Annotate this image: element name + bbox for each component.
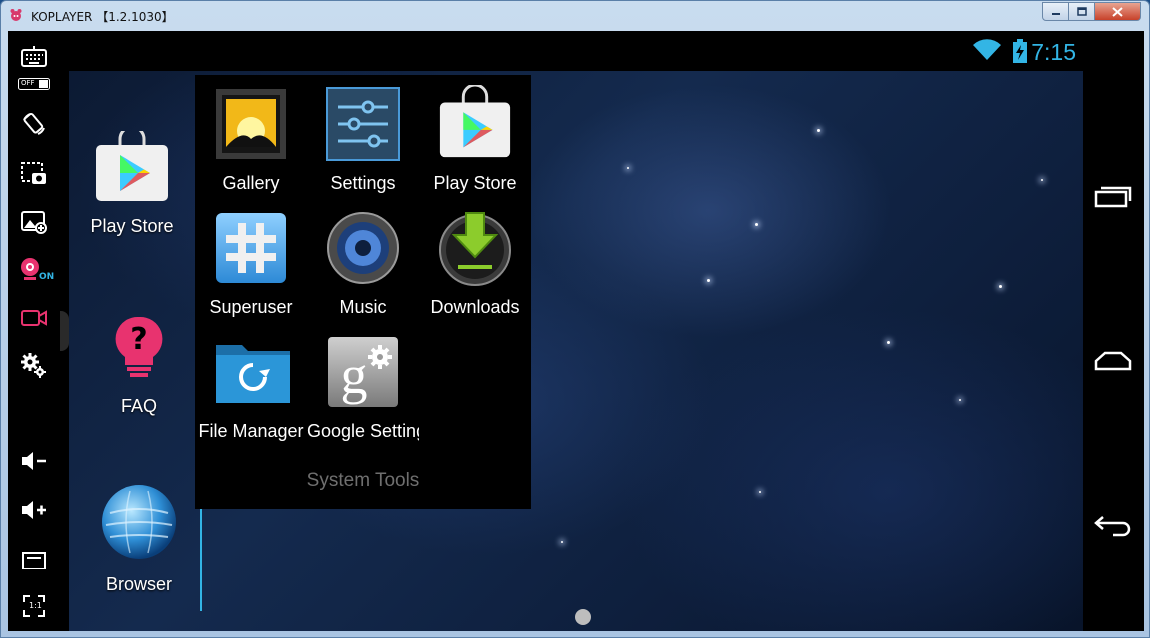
folder-app-label: Google Settings	[307, 421, 419, 441]
rotate-screen-icon	[23, 112, 45, 135]
google-settings-icon: g	[328, 337, 398, 407]
recent-apps-icon	[1094, 186, 1132, 208]
back-icon	[1094, 516, 1131, 537]
folder-app-label: Settings	[330, 173, 396, 193]
minimize-button[interactable]	[1042, 2, 1069, 21]
koplayer-window: KOPLAYER 【1.2.1030】 OFF ON 1:1 7:15 Play…	[0, 0, 1150, 638]
status-clock: 7:15	[1031, 39, 1076, 65]
menu-icon	[22, 552, 46, 569]
folder-app-file-manager[interactable]: File Manager	[195, 333, 307, 442]
download-arrow-icon	[439, 212, 511, 286]
svg-text:?: ?	[130, 322, 147, 357]
toolbar-collapse-handle[interactable]	[60, 311, 69, 351]
home-app-faq[interactable]: ? FAQ	[84, 315, 194, 417]
star	[817, 129, 820, 132]
fullscreen-button[interactable]: 1:1	[18, 591, 50, 621]
maximize-icon	[1076, 7, 1087, 16]
toggle-off-label: OFF	[21, 79, 35, 87]
star	[1041, 179, 1043, 181]
home-button[interactable]	[1091, 343, 1135, 379]
home-app-label: Browser	[105, 574, 172, 594]
star	[959, 399, 961, 401]
folder-title[interactable]: System Tools	[195, 470, 531, 492]
settings-gears-button[interactable]	[18, 351, 50, 381]
folder-app-downloads[interactable]: Downloads	[419, 209, 531, 318]
keyboard-button[interactable]	[18, 41, 50, 71]
fullscreen-ratio-label: 1:1	[29, 601, 42, 610]
folder-app-label: File Manager	[198, 421, 304, 441]
add-image-icon	[21, 211, 47, 234]
play-store-icon	[96, 125, 168, 201]
close-icon	[1112, 6, 1123, 17]
settings-sliders-icon	[326, 87, 400, 161]
folder-app-gallery[interactable]: Gallery	[195, 85, 307, 194]
folder-app-superuser[interactable]: Superuser	[195, 209, 307, 318]
volume-down-button[interactable]	[18, 446, 50, 476]
close-button[interactable]	[1095, 2, 1141, 21]
home-app-browser[interactable]: Browser	[84, 483, 194, 595]
gallery-icon	[216, 89, 286, 159]
folder-refresh-icon	[216, 345, 290, 403]
koplayer-logo-icon	[10, 9, 22, 21]
home-app-label: FAQ	[120, 396, 157, 416]
page-indicator-dot	[575, 609, 591, 625]
menu-button[interactable]	[18, 543, 50, 573]
faq-lightbulb-icon: ?	[115, 316, 163, 377]
folder-app-label: Gallery	[222, 173, 280, 193]
home-icon	[1094, 351, 1132, 371]
rotate-screen-button[interactable]	[18, 109, 50, 139]
music-speaker-icon	[327, 212, 399, 284]
toggle-off-button[interactable]: OFF	[18, 75, 50, 93]
superuser-hash-icon	[216, 213, 286, 283]
title-bar[interactable]: KOPLAYER 【1.2.1030】	[1, 1, 1149, 31]
folder-edge-indicator	[200, 509, 202, 611]
star	[755, 223, 758, 226]
folder-app-play-store[interactable]: Play Store	[419, 83, 531, 194]
play-store-icon	[439, 83, 511, 158]
webcam-button[interactable]: ON	[18, 255, 54, 285]
star	[707, 279, 710, 282]
webcam-on-label: ON	[39, 272, 55, 282]
battery-charging-icon	[1013, 39, 1027, 63]
home-app-play-store[interactable]: Play Store	[77, 125, 187, 237]
star	[887, 341, 890, 344]
side-toolbar: OFF ON 1:1	[8, 31, 61, 631]
star	[561, 541, 563, 543]
screenshot-icon	[21, 162, 46, 184]
keyboard-icon	[21, 46, 47, 67]
folder-app-label: Superuser	[209, 297, 293, 317]
svg-text:g: g	[341, 345, 368, 405]
back-button[interactable]	[1091, 507, 1135, 543]
window-controls	[1042, 2, 1141, 21]
star	[759, 491, 761, 493]
android-nav-bar	[1083, 71, 1144, 631]
star	[627, 167, 629, 169]
recent-apps-button[interactable]	[1091, 179, 1135, 215]
browser-globe-icon	[102, 485, 176, 559]
volume-up-icon	[22, 501, 46, 519]
video-record-icon	[21, 310, 47, 326]
folder-app-music[interactable]: Music	[307, 209, 419, 318]
folder-app-label: Play Store	[433, 173, 517, 193]
emulator-client: OFF ON 1:1 7:15 Play Store ? FAQ Browser…	[8, 31, 1144, 631]
wifi-icon	[973, 39, 1001, 60]
maximize-button[interactable]	[1069, 2, 1095, 21]
add-image-button[interactable]	[18, 207, 50, 237]
volume-down-icon	[22, 452, 46, 470]
folder-app-settings[interactable]: Settings	[307, 85, 419, 194]
volume-up-button[interactable]	[18, 495, 50, 525]
folder-app-label: Music	[339, 297, 387, 317]
settings-gears-icon	[21, 353, 46, 378]
video-record-button[interactable]	[18, 303, 50, 333]
home-app-label: Play Store	[90, 216, 174, 236]
android-home-screen[interactable]: Play Store ? FAQ Browser Gallery Setting…	[69, 71, 1083, 631]
folder-app-google-settings[interactable]: g Google Settings	[307, 333, 419, 442]
system-tools-folder: Gallery Settings Play Store Superuser Mu…	[195, 75, 531, 509]
minimize-icon	[1051, 12, 1060, 15]
android-status-bar: 7:15	[69, 31, 1144, 71]
star	[999, 285, 1002, 288]
window-title: KOPLAYER 【1.2.1030】	[31, 10, 174, 24]
folder-app-label: Downloads	[430, 297, 520, 317]
screenshot-button[interactable]	[18, 159, 50, 189]
